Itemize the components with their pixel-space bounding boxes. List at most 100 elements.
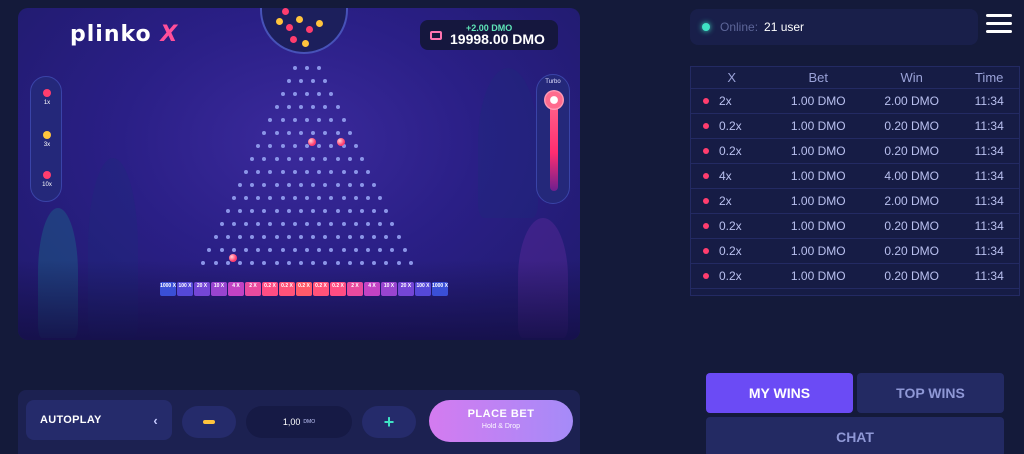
peg: [274, 235, 279, 239]
table-row: 0.2x 1.00 DMO 0.20 DMO 11:34: [691, 214, 1019, 239]
peg: [231, 248, 236, 252]
table-row: 4x 1.00 DMO 4.00 DMO 11:34: [691, 164, 1019, 189]
cell-bet: 1.00 DMO: [790, 194, 846, 208]
peg: [323, 157, 328, 161]
peg: [335, 261, 340, 265]
peg: [329, 118, 334, 122]
peg: [384, 261, 389, 265]
peg: [366, 170, 370, 174]
peg: [347, 261, 352, 265]
peg: [359, 261, 364, 265]
peg: [213, 235, 218, 239]
peg: [292, 66, 297, 70]
cell-multiplier: 0.2x: [691, 269, 773, 283]
peg: [353, 170, 358, 174]
bet-amount-unit: DMO: [303, 419, 316, 425]
peg: [359, 235, 364, 239]
increase-bet-button[interactable]: +: [362, 406, 416, 438]
peg: [329, 222, 334, 226]
peg: [335, 157, 340, 161]
column-header-time: Time: [974, 70, 1004, 85]
cell-win: 2.00 DMO: [884, 194, 940, 208]
cell-bet: 1.00 DMO: [790, 144, 846, 158]
cell-time: 11:34: [974, 269, 1004, 283]
peg: [323, 235, 328, 239]
peg: [286, 79, 291, 83]
peg: [292, 92, 297, 96]
peg: [262, 157, 267, 161]
peg: [213, 261, 218, 265]
peg: [305, 170, 309, 174]
peg: [347, 235, 352, 239]
peg: [329, 248, 334, 252]
peg: [262, 235, 267, 239]
peg: [335, 183, 340, 187]
multiplier-bucket: 4 X: [228, 282, 244, 296]
tab-chat[interactable]: CHAT: [706, 417, 1004, 454]
table-header: X Bet Win Time: [691, 67, 1019, 89]
tab-top-wins[interactable]: TOP WINS: [857, 373, 1004, 413]
peg: [353, 196, 358, 200]
peg: [225, 209, 230, 213]
tab-my-wins[interactable]: MY WINS: [706, 373, 853, 413]
peg: [323, 79, 328, 83]
place-bet-sublabel: Hold & Drop: [481, 423, 521, 430]
ball-icon: [703, 123, 709, 129]
peg: [286, 157, 291, 161]
table-row: 0.2x 1.00 DMO 0.20 DMO 11:34: [691, 264, 1019, 289]
hamburger-menu-icon[interactable]: [986, 14, 1012, 34]
table-row: 2x 1.00 DMO 2.00 DMO 11:34: [691, 189, 1019, 214]
ball-icon: [703, 248, 709, 254]
table-row: 0.2x 1.00 DMO 0.20 DMO 11:34: [691, 239, 1019, 264]
plus-icon: +: [383, 411, 395, 432]
peg: [353, 144, 358, 148]
cell-multiplier: 0.2x: [691, 219, 773, 233]
game-board: plinko X +2.00 DMO 19998.00 DMO 1x 3x 10…: [18, 8, 580, 340]
cell-bet: 1.00 DMO: [790, 244, 846, 258]
peg: [341, 248, 346, 252]
ball-icon: [703, 173, 709, 179]
peg: [323, 261, 328, 265]
peg: [317, 118, 322, 122]
peg: [244, 248, 248, 252]
peg: [256, 196, 261, 200]
cell-win: 0.20 DMO: [884, 119, 940, 133]
peg: [292, 222, 297, 226]
cell-bet: 1.00 DMO: [790, 119, 846, 133]
cell-bet: 1.00 DMO: [790, 219, 846, 233]
bet-amount-field[interactable]: 1,00 DMO: [246, 406, 352, 438]
column-header-bet: Bet: [808, 70, 828, 85]
cell-win: 0.20 DMO: [884, 244, 940, 258]
peg: [201, 261, 206, 265]
peg: [274, 157, 279, 161]
multiplier-text: 2x: [719, 94, 732, 108]
multiplier-bucket: 100 X: [415, 282, 431, 296]
peg: [298, 235, 303, 239]
peg: [317, 196, 322, 200]
peg: [311, 157, 316, 161]
decrease-bet-button[interactable]: [182, 406, 236, 438]
place-bet-button[interactable]: PLACE BET Hold & Drop: [429, 400, 573, 442]
peg: [286, 235, 291, 239]
peg: [317, 92, 322, 96]
ball-icon: [703, 148, 709, 154]
peg: [292, 118, 297, 122]
table-body: 2x 1.00 DMO 2.00 DMO 11:34 0.2x 1.00 DMO 0.20 …: [691, 89, 1019, 289]
peg: [353, 248, 358, 252]
multiplier-bucket: 20 X: [398, 282, 414, 296]
peg: [335, 235, 340, 239]
multiplier-bucket: 4 X: [364, 282, 380, 296]
peg: [305, 248, 309, 252]
peg: [329, 92, 334, 96]
peg: [323, 131, 328, 135]
falling-ball: [229, 254, 237, 262]
peg: [280, 92, 285, 96]
cell-time: 11:34: [974, 144, 1004, 158]
cell-bet: 1.00 DMO: [790, 94, 846, 108]
peg: [292, 248, 297, 252]
peg: [286, 209, 291, 213]
autoplay-button[interactable]: AUTOPLAY ‹: [26, 400, 172, 440]
online-status-icon: [702, 23, 710, 31]
ball-icon: [703, 223, 709, 229]
multiplier-text: 0.2x: [719, 219, 742, 233]
